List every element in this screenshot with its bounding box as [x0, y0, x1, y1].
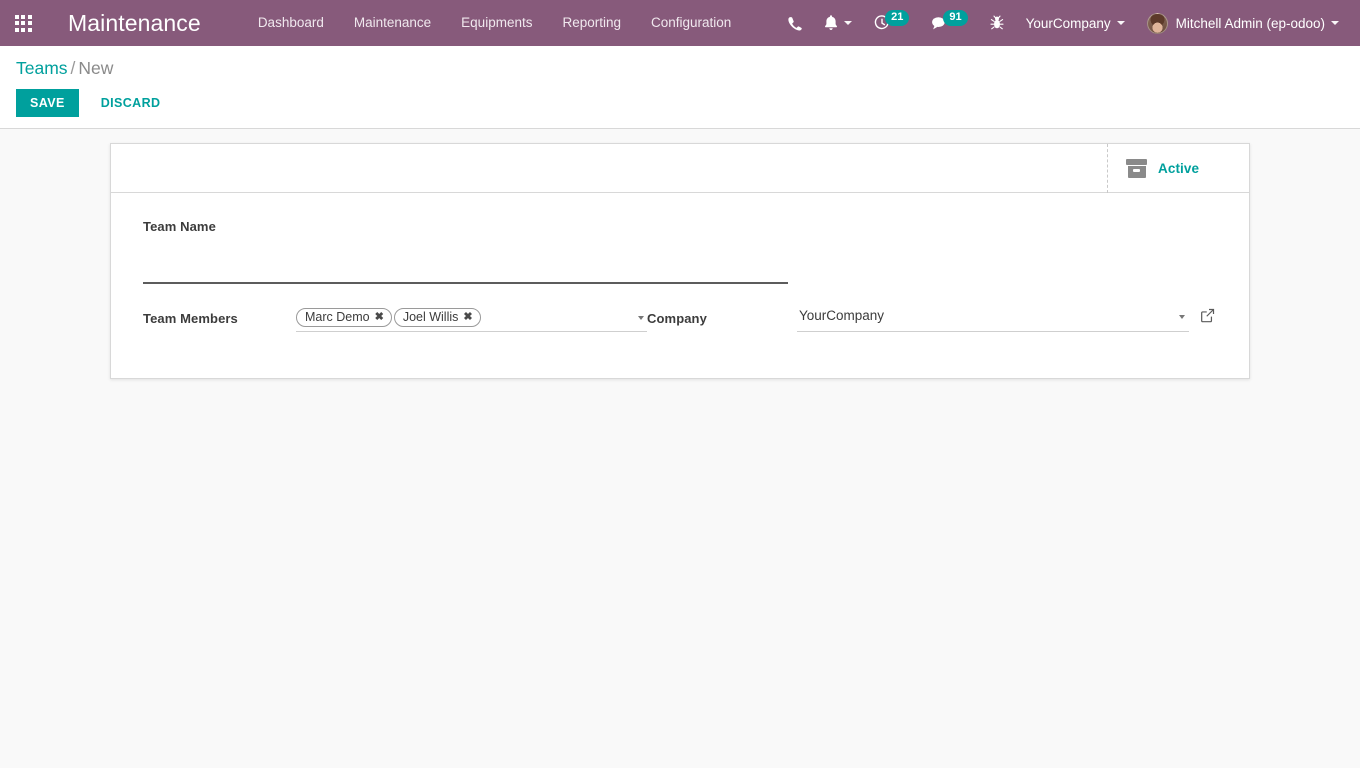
company-field: YourCompany	[797, 306, 1215, 332]
tag-remove-icon[interactable]: ✖	[463, 311, 472, 323]
sheet-header: Active	[111, 144, 1249, 193]
sheet-body: Team Name Team Members Marc Demo ✖ Joel …	[111, 193, 1249, 362]
debug-menu-button[interactable]	[979, 0, 1015, 46]
save-button[interactable]: SAVE	[16, 89, 79, 117]
activity-menu-button[interactable]: 21	[863, 0, 920, 46]
company-label: Company	[647, 311, 707, 326]
control-panel: Teams / New SAVE DISCARD	[0, 46, 1360, 129]
tag-label: Joel Willis	[402, 309, 459, 324]
app-brand-title[interactable]: Maintenance	[46, 0, 215, 46]
team-members-label: Team Members	[143, 311, 238, 326]
company-input[interactable]: YourCompany	[797, 306, 1189, 332]
chevron-down-icon	[844, 21, 853, 25]
menu-item-equipments[interactable]: Equipments	[446, 0, 547, 46]
menu-item-maintenance[interactable]: Maintenance	[339, 0, 446, 46]
chevron-down-icon	[1116, 21, 1125, 25]
main-menu: Dashboard Maintenance Equipments Reporti…	[243, 0, 747, 46]
active-toggle-label: Active	[1158, 161, 1200, 176]
tag-label: Marc Demo	[305, 309, 370, 324]
chevron-down-icon[interactable]	[638, 316, 644, 320]
menu-item-dashboard[interactable]: Dashboard	[243, 0, 339, 46]
form-fields-grid: Team Members Marc Demo ✖ Joel Willis ✖ C…	[143, 306, 1217, 332]
company-switcher-label: YourCompany	[1025, 15, 1111, 31]
form-view-container: Active Team Name Team Members Marc Demo …	[0, 129, 1360, 767]
archive-box-icon	[1126, 159, 1147, 178]
breadcrumb-item-current: New	[78, 58, 114, 78]
breadcrumb-item-teams[interactable]: Teams	[16, 58, 68, 78]
menu-item-configuration[interactable]: Configuration	[636, 0, 746, 46]
company-switcher-button[interactable]: YourCompany	[1015, 0, 1136, 46]
discard-button[interactable]: DISCARD	[89, 89, 173, 117]
activity-notifications-button[interactable]	[813, 0, 863, 46]
form-sheet: Active Team Name Team Members Marc Demo …	[110, 143, 1250, 379]
messaging-menu-button[interactable]: 91	[920, 0, 978, 46]
stat-button-box: Active	[1107, 144, 1249, 193]
tag-marc-demo[interactable]: Marc Demo ✖	[296, 307, 392, 327]
top-navbar: Maintenance Dashboard Maintenance Equipm…	[0, 0, 1360, 46]
breadcrumb-separator: /	[70, 58, 76, 78]
chevron-down-icon	[1331, 21, 1339, 25]
control-panel-buttons: SAVE DISCARD	[16, 89, 1344, 117]
tag-joel-willis[interactable]: Joel Willis ✖	[393, 307, 481, 327]
team-members-field: Marc Demo ✖ Joel Willis ✖	[296, 306, 647, 332]
systray: 21 91 YourCompany Mitchell Admin (ep-odo…	[776, 0, 1360, 46]
active-toggle-button[interactable]: Active	[1124, 155, 1201, 182]
chevron-down-icon[interactable]	[1179, 315, 1185, 319]
voip-phone-button[interactable]	[776, 0, 813, 46]
messaging-count-badge: 91	[943, 10, 968, 26]
menu-item-reporting[interactable]: Reporting	[547, 0, 636, 46]
user-menu-button[interactable]: Mitchell Admin (ep-odoo)	[1136, 0, 1350, 46]
user-avatar	[1146, 12, 1168, 34]
phone-icon	[788, 16, 802, 30]
title-field-group: Team Name	[143, 219, 1217, 284]
external-link-icon[interactable]	[1200, 308, 1215, 323]
activity-count-badge: 21	[885, 10, 910, 26]
breadcrumb: Teams / New	[16, 56, 1344, 80]
team-name-input[interactable]	[143, 258, 788, 284]
bell-icon	[825, 15, 838, 30]
bug-icon	[990, 15, 1004, 30]
tag-remove-icon[interactable]: ✖	[375, 311, 384, 323]
team-members-tag-list[interactable]: Marc Demo ✖ Joel Willis ✖	[296, 306, 647, 332]
apps-menu-button[interactable]	[0, 0, 46, 46]
apps-grid-icon	[14, 14, 32, 32]
team-name-label: Team Name	[143, 219, 216, 234]
user-menu-label: Mitchell Admin (ep-odoo)	[1175, 15, 1325, 31]
